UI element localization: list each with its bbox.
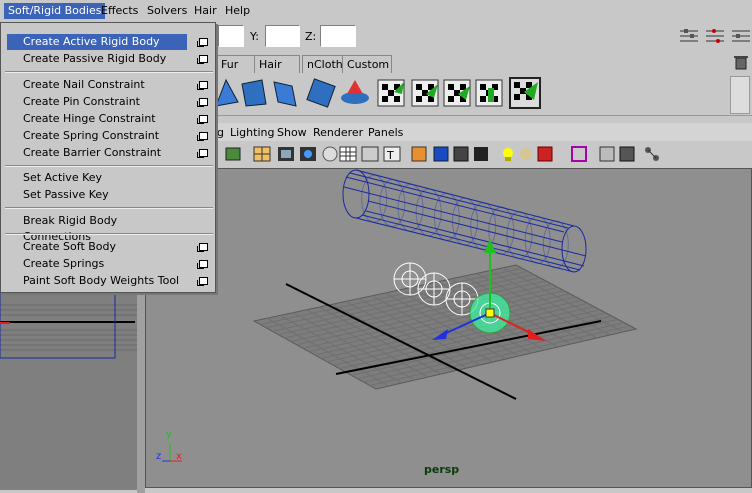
- menu-item-paint-soft-body-weights-tool[interactable]: Paint Soft Body Weights Tool: [7, 273, 187, 289]
- option-box-icon[interactable]: [197, 149, 208, 158]
- gate-icon: [339, 146, 357, 162]
- safe-icon: [322, 146, 338, 162]
- y-label: Y:: [250, 30, 259, 43]
- panel-menu-show[interactable]: Show: [277, 126, 307, 139]
- all-lights-icon: [474, 147, 488, 161]
- shelf-scrollbar[interactable]: [730, 76, 750, 114]
- barrier-icon: [377, 79, 405, 107]
- axis-label-z: z: [156, 451, 162, 462]
- menu-item-create-soft-body[interactable]: Create Soft Body: [7, 239, 187, 255]
- menu-item-create-pin-constraint[interactable]: Create Pin Constraint: [7, 94, 187, 110]
- light-icon: [433, 146, 449, 162]
- checker-icon-2: [509, 77, 541, 109]
- menu-separator: [5, 165, 213, 167]
- camera-icon: [225, 147, 241, 161]
- joint-icon: [645, 147, 659, 161]
- menu-soft-rigid-bodies[interactable]: Soft/Rigid Bodies: [4, 3, 106, 19]
- option-box-icon[interactable]: [197, 260, 208, 269]
- rigid-body-icon: [215, 78, 239, 107]
- option-box-icon[interactable]: [197, 55, 208, 64]
- hud-icon: [537, 146, 553, 162]
- menu-solvers[interactable]: Solvers: [143, 3, 191, 19]
- z-field[interactable]: [320, 25, 356, 47]
- default-light-icon: [453, 146, 469, 162]
- xray-icon: [520, 148, 532, 160]
- main-menubar: Soft/Rigid Bodies Effects Solvers Hair H…: [0, 0, 752, 23]
- nail-icon: [273, 81, 297, 107]
- grid-icon: [253, 146, 271, 162]
- z-label: Z:: [305, 30, 317, 43]
- trash-icon[interactable]: [733, 54, 749, 70]
- menu-separator: [5, 71, 213, 73]
- axis-label-x: x: [176, 451, 182, 462]
- menu-hair[interactable]: Hair: [190, 3, 221, 19]
- axis-label-y: y: [166, 429, 172, 440]
- option-box-icon[interactable]: [197, 243, 208, 252]
- y-field[interactable]: [265, 25, 300, 47]
- menu-item-break-rigid-body-connections[interactable]: Break Rigid Body Connections: [7, 213, 187, 243]
- shelf-icons[interactable]: [212, 76, 547, 112]
- select-icon: [571, 146, 587, 162]
- shelf-tab-custom[interactable]: Custom: [342, 55, 392, 74]
- svg-text:T: T: [386, 149, 394, 162]
- soft-rigid-bodies-menu: Create Active Rigid Body Create Passive …: [0, 22, 216, 293]
- isolate-icon: [503, 148, 513, 161]
- pin-icon: [306, 78, 336, 108]
- panel-menu-lighting[interactable]: Lighting: [230, 126, 274, 139]
- panel-menu-partial[interactable]: g: [217, 126, 224, 139]
- shelf-tab-hair[interactable]: Hair: [254, 55, 300, 74]
- constraint-icon: [241, 79, 267, 107]
- persp-viewport[interactable]: y z x persp: [145, 168, 752, 488]
- menu-item-set-passive-key[interactable]: Set Passive Key: [7, 187, 187, 203]
- resolution-icon: [300, 147, 316, 161]
- option-box-icon[interactable]: [197, 98, 208, 107]
- hinge-icon: [341, 80, 369, 104]
- panel-menu-renderer[interactable]: Renderer: [313, 126, 363, 139]
- menu-separator: [5, 233, 213, 235]
- menu-item-create-nail-constraint[interactable]: Create Nail Constraint: [7, 77, 187, 93]
- key-icon: [443, 79, 471, 107]
- menu-item-create-passive-rigid-body[interactable]: Create Passive Rigid Body: [7, 51, 187, 67]
- menu-item-create-hinge-constraint[interactable]: Create Hinge Constraint: [7, 111, 187, 127]
- option-box-icon[interactable]: [197, 115, 208, 124]
- film-icon: [278, 147, 294, 161]
- wireframe-icon: [361, 146, 379, 162]
- menu-item-create-spring-constraint[interactable]: Create Spring Constraint: [7, 128, 187, 144]
- channel-box-icons[interactable]: [676, 26, 752, 48]
- cube-wire-icon: [599, 146, 615, 162]
- menu-help[interactable]: Help: [221, 3, 254, 19]
- rigid-cylinder: [342, 169, 587, 273]
- checker-icon: [475, 79, 503, 107]
- menu-effects[interactable]: Effects: [97, 3, 142, 19]
- shelf-tab-ncloth[interactable]: nCloth: [302, 55, 345, 74]
- textured-icon: [411, 146, 427, 162]
- cube-shade-icon: [619, 146, 635, 162]
- field-icon: [411, 79, 439, 107]
- menu-item-create-springs[interactable]: Create Springs: [7, 256, 187, 272]
- panel-menu-panels[interactable]: Panels: [368, 126, 403, 139]
- option-box-icon[interactable]: [197, 81, 208, 90]
- shaded-icon: T: [383, 146, 401, 162]
- menu-separator: [5, 207, 213, 209]
- menu-item-set-active-key[interactable]: Set Active Key: [7, 170, 187, 186]
- menu-item-create-active-rigid-body[interactable]: Create Active Rigid Body: [7, 34, 187, 50]
- menu-item-create-barrier-constraint[interactable]: Create Barrier Constraint: [7, 145, 187, 161]
- option-box-icon[interactable]: [197, 132, 208, 141]
- option-box-icon[interactable]: [197, 38, 208, 47]
- panel-toolbar-icons[interactable]: T: [216, 144, 666, 164]
- x-field[interactable]: [218, 25, 244, 47]
- option-box-icon[interactable]: [197, 277, 208, 286]
- camera-label: persp: [424, 463, 460, 476]
